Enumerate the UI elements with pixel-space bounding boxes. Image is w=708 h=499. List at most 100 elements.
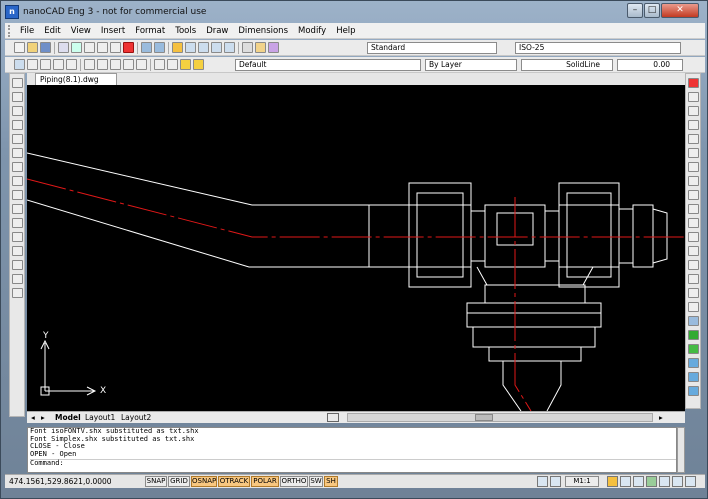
erase-icon[interactable] <box>688 78 699 88</box>
menu-format[interactable]: Format <box>130 26 170 36</box>
menu-edit[interactable]: Edit <box>39 26 65 36</box>
scale-icon[interactable] <box>688 176 699 186</box>
spline-icon[interactable] <box>12 162 23 172</box>
copy-object-icon[interactable] <box>688 92 699 102</box>
layer-state-icon[interactable] <box>167 59 178 70</box>
layout-split-icon[interactable] <box>327 413 339 422</box>
ellipse-arc-icon[interactable] <box>12 190 23 200</box>
dim-style-combo[interactable]: ISO-25 <box>515 42 681 54</box>
zoom-all-icon[interactable] <box>659 476 670 487</box>
color-combo[interactable]: By Layer <box>425 59 517 71</box>
mirror-icon[interactable] <box>84 59 95 70</box>
rectangle-icon[interactable] <box>12 120 23 130</box>
region-icon[interactable] <box>12 260 23 270</box>
menu-view[interactable]: View <box>66 26 96 36</box>
menu-dimensions[interactable]: Dimensions <box>233 26 293 36</box>
paste-icon[interactable] <box>110 42 121 53</box>
torus-icon[interactable] <box>688 386 699 396</box>
line-icon[interactable] <box>12 78 23 88</box>
scroll-right-icon[interactable]: ▸ <box>659 413 663 423</box>
move-icon[interactable] <box>688 148 699 158</box>
polyline-icon[interactable] <box>12 92 23 102</box>
offset-icon[interactable] <box>110 59 121 70</box>
array-icon[interactable] <box>97 59 108 70</box>
toggle-polar[interactable]: POLAR <box>251 476 279 487</box>
chamfer-icon[interactable] <box>688 274 699 284</box>
new-file-icon[interactable] <box>14 42 25 53</box>
explode-icon[interactable] <box>688 302 699 312</box>
table-tool-icon[interactable] <box>12 274 23 284</box>
toggle-osnap[interactable]: OSNAP <box>191 476 217 487</box>
trim-icon[interactable] <box>688 218 699 228</box>
lengthen-icon[interactable] <box>688 204 699 214</box>
fillet-icon[interactable] <box>688 288 699 298</box>
layer-previous-icon[interactable] <box>154 59 165 70</box>
zoom-window-icon[interactable] <box>198 42 209 53</box>
tab-layout2[interactable]: Layout2 <box>121 413 151 423</box>
tab-next-icon[interactable]: ▸ <box>41 413 45 423</box>
sphere-icon[interactable] <box>688 330 699 340</box>
menu-modify[interactable]: Modify <box>293 26 331 36</box>
menu-draw[interactable]: Draw <box>201 26 233 36</box>
menu-help[interactable]: Help <box>331 26 360 36</box>
scrollbar-thumb[interactable] <box>475 414 493 421</box>
document-tab[interactable]: Piping(8.1).dwg <box>35 73 117 85</box>
ellipse-icon[interactable] <box>12 176 23 186</box>
maximize-button[interactable]: □ <box>644 3 660 18</box>
drawing-canvas[interactable]: Y X <box>27 85 685 411</box>
arc-icon[interactable] <box>12 134 23 144</box>
layer-manager-icon[interactable] <box>14 59 25 70</box>
tab-prev-icon[interactable]: ◂ <box>31 413 35 423</box>
join-icon[interactable] <box>688 260 699 270</box>
insert-block-icon[interactable] <box>40 59 51 70</box>
circle-icon[interactable] <box>12 148 23 158</box>
match-properties-icon[interactable] <box>268 42 279 53</box>
undo-icon[interactable] <box>141 42 152 53</box>
command-prompt[interactable]: Command: <box>30 459 676 468</box>
menu-file[interactable]: File <box>15 26 39 36</box>
zoom-extents-icon[interactable] <box>211 42 222 53</box>
stretch-icon[interactable] <box>688 190 699 200</box>
block-icon[interactable] <box>27 59 38 70</box>
make-block-icon[interactable] <box>12 218 23 228</box>
command-window[interactable]: Font isoFONTV.shx substituted as txt.shx… <box>27 427 677 473</box>
layer-combo[interactable]: Default <box>235 59 421 71</box>
distance-icon[interactable] <box>242 42 253 53</box>
pan-status-icon[interactable] <box>607 476 618 487</box>
offset-object-icon[interactable] <box>688 120 699 130</box>
toggle-sh[interactable]: SH <box>324 476 338 487</box>
settings-icon[interactable] <box>685 476 696 487</box>
command-scrollbar[interactable] <box>677 427 685 473</box>
break-icon[interactable] <box>688 246 699 256</box>
attribute-icon[interactable] <box>53 59 64 70</box>
tab-layout1[interactable]: Layout1 <box>85 413 115 423</box>
cut-icon[interactable] <box>84 42 95 53</box>
hatch-tool-icon[interactable] <box>12 246 23 256</box>
redo-icon[interactable] <box>154 42 165 53</box>
edit-polyline-icon[interactable] <box>688 316 699 326</box>
horizontal-scrollbar[interactable] <box>347 413 653 422</box>
polygon-icon[interactable] <box>12 106 23 116</box>
multiline-text-icon[interactable] <box>12 288 23 298</box>
preview-icon[interactable] <box>71 42 82 53</box>
extend-icon[interactable] <box>688 232 699 242</box>
point-icon[interactable] <box>12 232 23 242</box>
menu-insert[interactable]: Insert <box>96 26 130 36</box>
minimize-button[interactable]: – <box>627 3 643 18</box>
zoom-status-icon[interactable] <box>620 476 631 487</box>
table-icon[interactable] <box>123 59 134 70</box>
zoom-window-status-icon[interactable] <box>633 476 644 487</box>
layout-space-icon[interactable] <box>550 476 561 487</box>
cone-icon[interactable] <box>688 344 699 354</box>
save-icon[interactable] <box>40 42 51 53</box>
properties-icon[interactable] <box>255 42 266 53</box>
tab-model[interactable]: Model <box>55 413 81 423</box>
annotation-scale[interactable]: M1:1 <box>565 476 599 487</box>
text-style-combo[interactable]: Standard <box>367 42 497 54</box>
mirror-object-icon[interactable] <box>688 106 699 116</box>
layer-freeze-icon[interactable] <box>193 59 204 70</box>
text-icon[interactable] <box>136 59 147 70</box>
array-object-icon[interactable] <box>688 134 699 144</box>
rotate-icon[interactable] <box>688 162 699 172</box>
toggle-ortho[interactable]: ORTHO <box>280 476 308 487</box>
